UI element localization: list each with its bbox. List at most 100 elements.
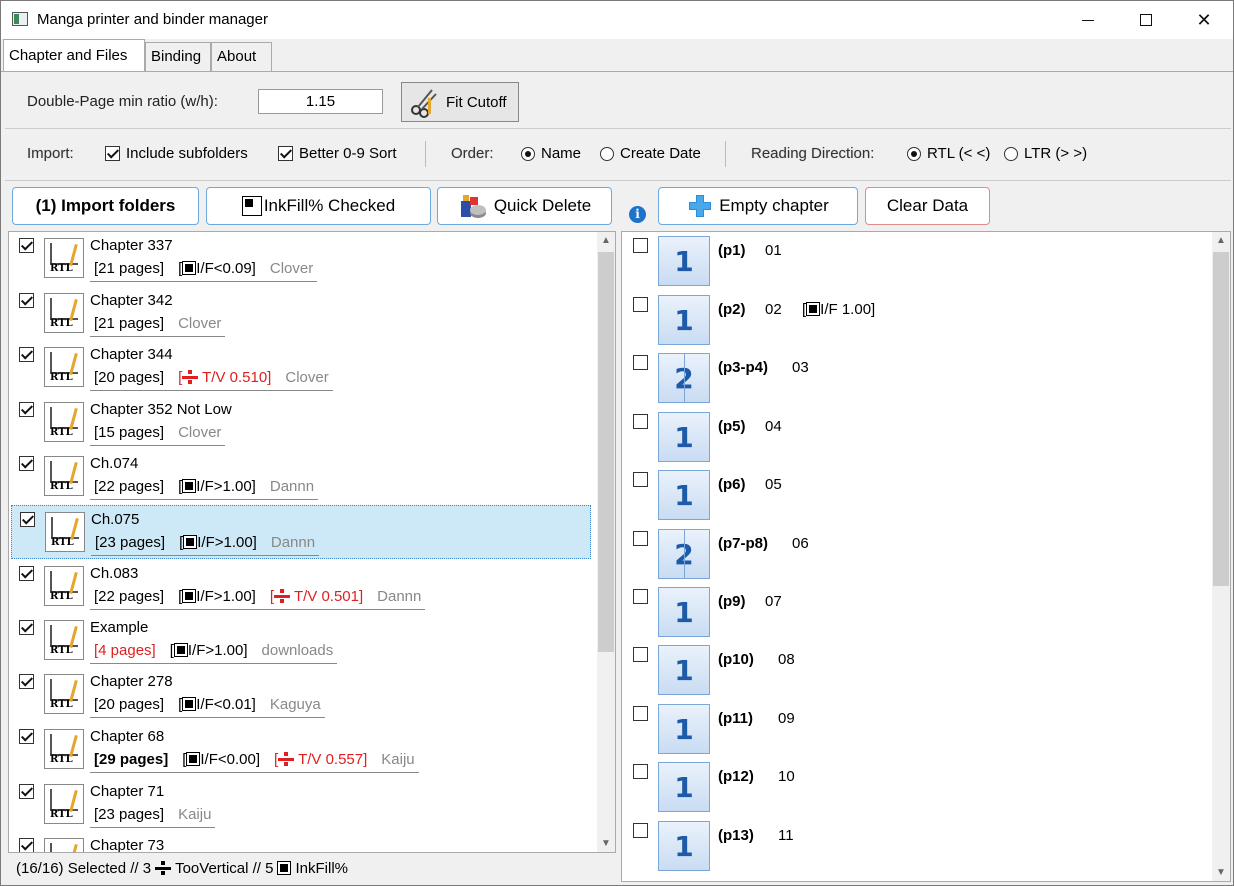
clear-data-button[interactable]: Clear Data bbox=[865, 187, 990, 225]
info-icon[interactable]: i bbox=[629, 206, 646, 223]
page-count: [20 pages] bbox=[94, 369, 165, 386]
chapter-item[interactable]: RTL Chapter 73 bbox=[11, 832, 591, 852]
inkfill-checked-button[interactable]: InkFill% Checked bbox=[206, 187, 431, 225]
ratio-input[interactable]: 1.15 bbox=[258, 89, 383, 114]
quick-delete-button[interactable]: Quick Delete bbox=[437, 187, 612, 225]
page-label: (p2) bbox=[718, 301, 746, 318]
minimize-button[interactable] bbox=[1059, 1, 1117, 39]
page-checkbox[interactable] bbox=[633, 355, 648, 370]
app-icon bbox=[12, 12, 28, 26]
tab-binding[interactable]: Binding bbox=[145, 42, 211, 71]
chapter-item[interactable]: RTL Example [4 pages] [I/F>1.00] downloa… bbox=[11, 614, 591, 668]
radio-unselected-icon bbox=[1004, 146, 1018, 161]
chapter-item[interactable]: RTL Chapter 71 [23 pages] Kaiju bbox=[11, 778, 591, 832]
rtl-icon: RTL bbox=[44, 456, 84, 496]
scroll-down-icon[interactable]: ▼ bbox=[1212, 864, 1230, 881]
chapter-checkbox[interactable] bbox=[19, 729, 34, 744]
fit-cutoff-button[interactable]: Fit Cutoff bbox=[401, 82, 519, 122]
page-checkbox[interactable] bbox=[633, 238, 648, 253]
page-file: 11 bbox=[778, 827, 794, 844]
action-row: (1) Import folders InkFill% Checked Quic… bbox=[5, 181, 1231, 231]
chapter-checkbox[interactable] bbox=[19, 402, 34, 417]
chapter-checkbox[interactable] bbox=[19, 238, 34, 253]
import-folders-label: (1) Import folders bbox=[35, 196, 176, 215]
page-checkbox[interactable] bbox=[633, 297, 648, 312]
scrollbar-thumb[interactable] bbox=[598, 252, 614, 652]
page-item[interactable]: 1 (p11) 09 bbox=[622, 700, 1212, 758]
page-checkbox[interactable] bbox=[633, 764, 648, 779]
chapter-checkbox[interactable] bbox=[19, 620, 34, 635]
page-checkbox[interactable] bbox=[633, 706, 648, 721]
page-list[interactable]: 1 (p1) 01 1 (p2) 02 [I/F 1.00] 2 (p3-p4)… bbox=[621, 231, 1231, 882]
chapter-meta: [4 pages] [I/F>1.00] downloads bbox=[90, 642, 338, 664]
chapter-checkbox[interactable] bbox=[19, 293, 34, 308]
chapter-checkbox[interactable] bbox=[19, 347, 34, 362]
scroll-up-icon[interactable]: ▲ bbox=[1212, 232, 1230, 249]
chapter-checkbox[interactable] bbox=[19, 566, 34, 581]
chapter-item-selected[interactable]: RTL Ch.075 [23 pages] [I/F>1.00] Dannn bbox=[11, 505, 591, 559]
page-file: 06 bbox=[792, 535, 809, 552]
page-label: (p9) bbox=[718, 593, 746, 610]
chapter-checkbox[interactable] bbox=[19, 838, 34, 852]
inkfill-icon bbox=[182, 589, 197, 603]
page-list-scrollbar[interactable]: ▲ ▼ bbox=[1212, 232, 1230, 881]
scroll-up-icon[interactable]: ▲ bbox=[597, 232, 615, 249]
chapter-name: Ch.075 bbox=[91, 511, 140, 528]
direction-ltr-radio[interactable]: LTR (> >) bbox=[1004, 145, 1087, 162]
page-item[interactable]: 2 (p7-p8) 06 bbox=[622, 525, 1212, 583]
better-sort-label: Better 0-9 Sort bbox=[299, 145, 397, 162]
page-item[interactable]: 1 (p1) 01 bbox=[622, 232, 1212, 290]
page-checkbox[interactable] bbox=[633, 589, 648, 604]
page-checkbox[interactable] bbox=[633, 531, 648, 546]
chapter-item[interactable]: RTL Ch.083 [22 pages] [I/F>1.00] [ T/V 0… bbox=[11, 560, 591, 614]
empty-chapter-button[interactable]: Empty chapter bbox=[658, 187, 858, 225]
chapter-item[interactable]: RTL Chapter 68 [29 pages] [I/F<0.00] [ T… bbox=[11, 723, 591, 777]
page-item[interactable]: 1 (p10) 08 bbox=[622, 641, 1212, 699]
chapter-item[interactable]: RTL Chapter 344 [20 pages] [ T/V 0.510] … bbox=[11, 341, 591, 395]
checkbox-checked-icon bbox=[105, 146, 120, 161]
divide-icon bbox=[278, 752, 295, 766]
page-item[interactable]: 1 (p13) 11 bbox=[622, 817, 1212, 875]
chapter-checkbox[interactable] bbox=[20, 512, 35, 527]
chapter-item[interactable]: RTL Chapter 342 [21 pages] Clover bbox=[11, 287, 591, 341]
better-sort-checkbox[interactable]: Better 0-9 Sort bbox=[278, 145, 397, 162]
chapter-checkbox[interactable] bbox=[19, 674, 34, 689]
rtl-icon: RTL bbox=[44, 402, 84, 442]
direction-rtl-radio[interactable]: RTL (< <) bbox=[907, 145, 990, 162]
chapter-checkbox[interactable] bbox=[19, 784, 34, 799]
chapter-item[interactable]: RTL Chapter 352 Not Low [15 pages] Clove… bbox=[11, 396, 591, 450]
scrollbar-thumb[interactable] bbox=[1213, 252, 1229, 586]
order-create-date-radio[interactable]: Create Date bbox=[600, 145, 701, 162]
chapter-item[interactable]: RTL Ch.074 [22 pages] [I/F>1.00] Dannn bbox=[11, 450, 591, 504]
chapter-item[interactable]: RTL Chapter 278 [20 pages] [I/F<0.01] Ka… bbox=[11, 668, 591, 722]
rtl-icon: RTL bbox=[44, 566, 84, 606]
close-button[interactable]: ✕ bbox=[1175, 1, 1233, 39]
chapter-list[interactable]: RTL Chapter 337 [21 pages] [I/F<0.09] Cl… bbox=[8, 231, 616, 853]
maximize-button[interactable] bbox=[1117, 1, 1175, 39]
chapter-item[interactable]: RTL Chapter 337 [21 pages] [I/F<0.09] Cl… bbox=[11, 232, 591, 286]
chapter-meta: [23 pages] Kaiju bbox=[90, 806, 216, 828]
tab-about[interactable]: About bbox=[211, 42, 272, 71]
page-item[interactable]: 1 (p2) 02 [I/F 1.00] bbox=[622, 291, 1212, 349]
chapter-checkbox[interactable] bbox=[19, 456, 34, 471]
tab-chapter-and-files[interactable]: Chapter and Files bbox=[3, 39, 145, 71]
import-folders-button[interactable]: (1) Import folders bbox=[12, 187, 199, 225]
page-item[interactable]: 1 (p12) 10 bbox=[622, 758, 1212, 816]
page-checkbox[interactable] bbox=[633, 647, 648, 662]
page-item[interactable]: 1 (p6) 05 bbox=[622, 466, 1212, 524]
chapter-name: Chapter 342 bbox=[90, 292, 173, 309]
page-item[interactable]: 2 (p3-p4) 03 bbox=[622, 349, 1212, 407]
page-item[interactable]: 1 (p9) 07 bbox=[622, 583, 1212, 641]
window-title: Manga printer and binder manager bbox=[37, 11, 268, 28]
direction-rtl-label: RTL (< <) bbox=[927, 145, 991, 162]
scroll-down-icon[interactable]: ▼ bbox=[597, 835, 615, 852]
page-checkbox[interactable] bbox=[633, 472, 648, 487]
order-name-radio[interactable]: Name bbox=[521, 145, 581, 162]
chapter-list-scrollbar[interactable]: ▲ ▼ bbox=[597, 232, 615, 852]
page-item[interactable]: 1 (p5) 04 bbox=[622, 408, 1212, 466]
include-subfolders-checkbox[interactable]: Include subfolders bbox=[105, 145, 248, 162]
page-checkbox[interactable] bbox=[633, 414, 648, 429]
page-checkbox[interactable] bbox=[633, 823, 648, 838]
inkfill-badge: [I/F<0.09] bbox=[178, 260, 256, 277]
divide-icon bbox=[155, 861, 172, 875]
